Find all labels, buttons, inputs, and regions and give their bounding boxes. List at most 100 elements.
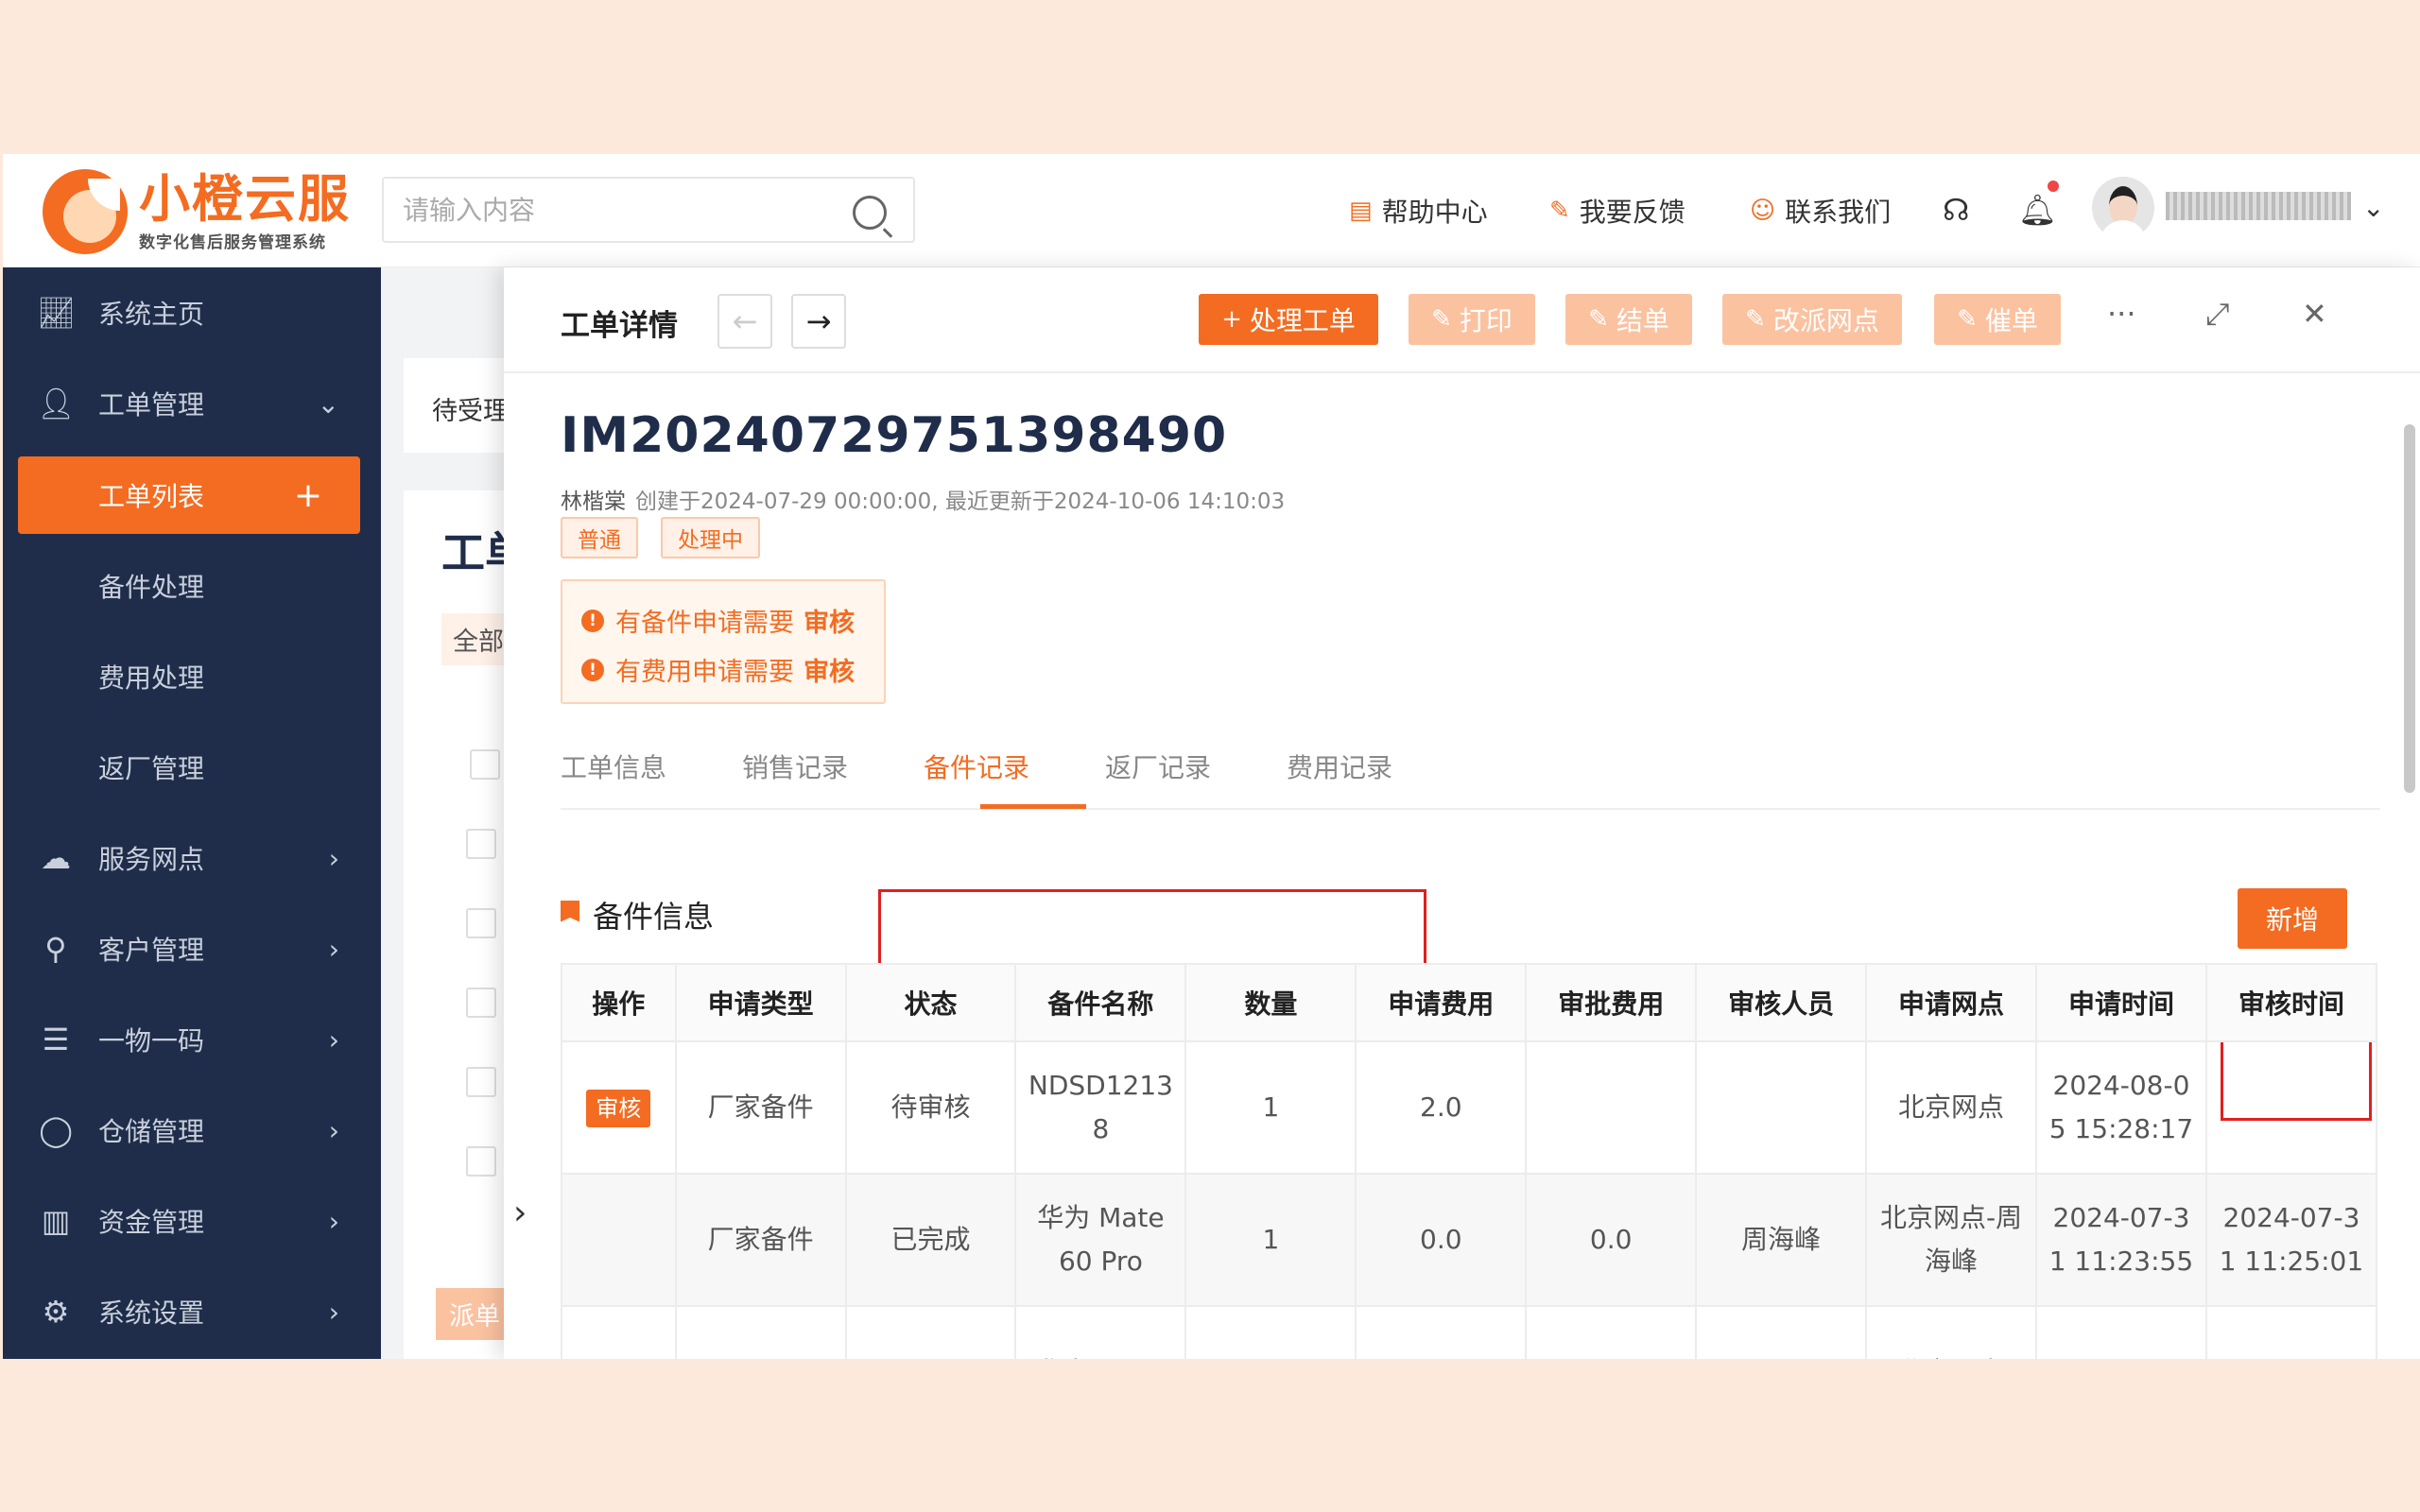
sidebar-item-home[interactable]: 📈︎ 系统主页 (3, 267, 381, 358)
chat-icon: ◯ (39, 1112, 73, 1148)
sidebar-item-one-code[interactable]: ☰ 一物一码 › (3, 994, 381, 1085)
tab-return-records[interactable]: 返厂记录 (1105, 747, 1211, 785)
column-header: 申请时间 (2035, 963, 2207, 1042)
print-label: 打印 (1459, 305, 1512, 336)
sidebar-item-customers[interactable]: ⚲ 客户管理 › (3, 903, 381, 994)
table-cell: 厂家备件 (674, 1173, 847, 1307)
sidebar-item-funds[interactable]: ▥ 资金管理 › (3, 1176, 381, 1266)
prev-button[interactable]: ← (717, 294, 772, 349)
review-parts-link[interactable]: 审核 (804, 602, 855, 639)
reassign-outlet-button[interactable]: ✎ 改派网点 (1722, 294, 1902, 345)
search-input[interactable] (384, 179, 819, 241)
bg-checkbox[interactable] (466, 829, 496, 859)
feedback-label: 我要反馈 (1579, 197, 1685, 228)
bg-tab-pending[interactable]: 待受理 (432, 390, 509, 427)
exclamation-icon: ! (581, 609, 604, 632)
bg-checkbox[interactable] (466, 1146, 496, 1177)
sidebar-item-label: 系统设置 (98, 1297, 205, 1329)
sidebar-item-ticket-list[interactable]: 工单列表 + (18, 456, 360, 534)
close-order-button[interactable]: ✎ 结单 (1565, 294, 1692, 345)
add-part-button[interactable]: 新增 (2238, 888, 2347, 949)
column-header: 备件名称 (1014, 963, 1187, 1042)
column-header: 审核时间 (2204, 963, 2378, 1042)
sidebar-item-fees[interactable]: 费用处理 (3, 631, 381, 722)
table-cell: 北京网点-周海峰 (1865, 1173, 2037, 1307)
sidebar-item-label: 工单列表 (98, 481, 205, 512)
next-button[interactable]: → (791, 294, 846, 349)
table-cell (844, 1305, 1017, 1359)
chevron-right-icon: › (328, 1296, 339, 1328)
table-cell (1525, 1040, 1698, 1175)
column-header: 数量 (1184, 963, 1357, 1042)
plus-icon: + (1221, 305, 1242, 334)
sidebar-item-settings[interactable]: ⚙ 系统设置 › (3, 1266, 381, 1357)
table-cell: 北京网点 (1865, 1040, 2037, 1175)
review-button[interactable]: 审核 (586, 1090, 651, 1127)
sidebar: 📈︎ 系统主页 👤︎ 工单管理 ⌄ 工单列表 + 备件处理 费用处理 返厂管理 … (3, 267, 381, 1359)
table-cell (1695, 1305, 1868, 1359)
tab-parts-records[interactable]: 备件记录 (924, 747, 1029, 785)
chevron-right-icon: › (328, 1114, 339, 1146)
table-cell: 2.0 (1355, 1040, 1528, 1175)
pen-icon: ✎ (1431, 305, 1452, 334)
sidebar-item-ticket-management[interactable]: 👤︎ 工单管理 ⌄ (3, 358, 381, 449)
table-cell: 华为 Mate 60 Pro (1014, 1173, 1187, 1307)
close-icon[interactable]: ✕ (2302, 296, 2327, 332)
avatar[interactable] (2092, 177, 2154, 239)
plus-icon[interactable]: + (294, 476, 322, 515)
tab-ticket-info[interactable]: 工单信息 (561, 747, 666, 785)
print-button[interactable]: ✎ 打印 (1409, 294, 1535, 345)
table-cell: 待审核 (844, 1040, 1017, 1175)
tab-fee-records[interactable]: 费用记录 (1287, 747, 1392, 785)
bg-checkbox[interactable] (470, 749, 500, 780)
tab-sales-records[interactable]: 销售记录 (742, 747, 848, 785)
person-icon: ⚲ (44, 931, 67, 967)
table-cell: 已完成 (844, 1173, 1017, 1307)
sidebar-item-label: 一物一码 (98, 1025, 205, 1057)
search-icon[interactable] (853, 196, 887, 230)
process-ticket-label: 处理工单 (1249, 305, 1356, 336)
action-cell (561, 1305, 677, 1359)
vertical-scrollbar[interactable] (2404, 424, 2415, 793)
pen-icon: ✎ (1588, 305, 1609, 334)
bg-dispatch-button[interactable]: 派单 (436, 1288, 513, 1340)
sidebar-item-label: 仓储管理 (98, 1116, 205, 1147)
column-header: 申请网点 (1865, 963, 2037, 1042)
sidebar-item-label: 返厂管理 (98, 753, 205, 784)
bg-checkbox[interactable] (466, 1067, 496, 1097)
ticket-meta: 林楷棠 创建于2024-07-29 00:00:00, 最近更新于2024-10-… (561, 483, 1285, 515)
chevron-down-icon: ⌄ (317, 387, 339, 420)
logo[interactable]: 小橙云服 数字化售后服务管理系统 (43, 169, 351, 254)
bg-checkbox[interactable] (466, 988, 496, 1018)
more-icon[interactable]: ··· (2107, 296, 2136, 332)
table-cell (2204, 1040, 2378, 1175)
table-cell (1184, 1305, 1357, 1359)
chevron-down-icon[interactable]: ⌄ (2362, 192, 2384, 223)
contact-link[interactable]: ☺ 联系我们 (1750, 192, 1891, 230)
sidebar-item-warehouse[interactable]: ◯ 仓储管理 › (3, 1085, 381, 1176)
sidebar-item-parts[interactable]: 备件处理 (3, 541, 381, 631)
sidebar-item-label: 费用处理 (98, 662, 205, 694)
headset-icon[interactable]: ☊ (1943, 192, 1969, 228)
bg-checkbox[interactable] (466, 908, 496, 938)
sidebar-item-service-outlets[interactable]: ☁︎ 服务网点 › (3, 813, 381, 903)
document-icon: ▤ (1349, 197, 1373, 225)
chevron-right-icon: › (328, 842, 339, 874)
drawer-header: 工单详情 ← → + 处理工单 ✎ 打印 ✎ 结单 ✎ 改派网点 ✎ 催单 ··… (504, 267, 2420, 373)
ticket-timestamps: 创建于2024-07-29 00:00:00, 最近更新于2024-10-06 … (635, 490, 1286, 514)
priority-tag: 普通 (561, 517, 638, 558)
drawer-title: 工单详情 (561, 309, 678, 343)
bell-icon[interactable]: 🔔︎ (2018, 192, 2057, 228)
review-fees-link[interactable]: 审核 (804, 651, 855, 688)
chevron-right-icon: › (328, 1205, 339, 1237)
ticket-number: IM20240729751398490 (561, 407, 1228, 464)
app-window: 小橙云服 数字化售后服务管理系统 ▤ 帮助中心 ✎ 我要反馈 ☺ 联系我们 ☊ … (3, 154, 2420, 1359)
feedback-link[interactable]: ✎ 我要反馈 (1549, 192, 1685, 230)
expand-chevron-icon[interactable]: › (513, 1194, 527, 1232)
fullscreen-icon[interactable]: ⤢ (2205, 296, 2230, 333)
sidebar-item-returns[interactable]: 返厂管理 (3, 722, 381, 813)
help-center-link[interactable]: ▤ 帮助中心 (1349, 192, 1488, 230)
urge-button[interactable]: ✎ 催单 (1934, 294, 2061, 345)
process-ticket-button[interactable]: + 处理工单 (1199, 294, 1378, 345)
username-redacted (2166, 192, 2351, 220)
